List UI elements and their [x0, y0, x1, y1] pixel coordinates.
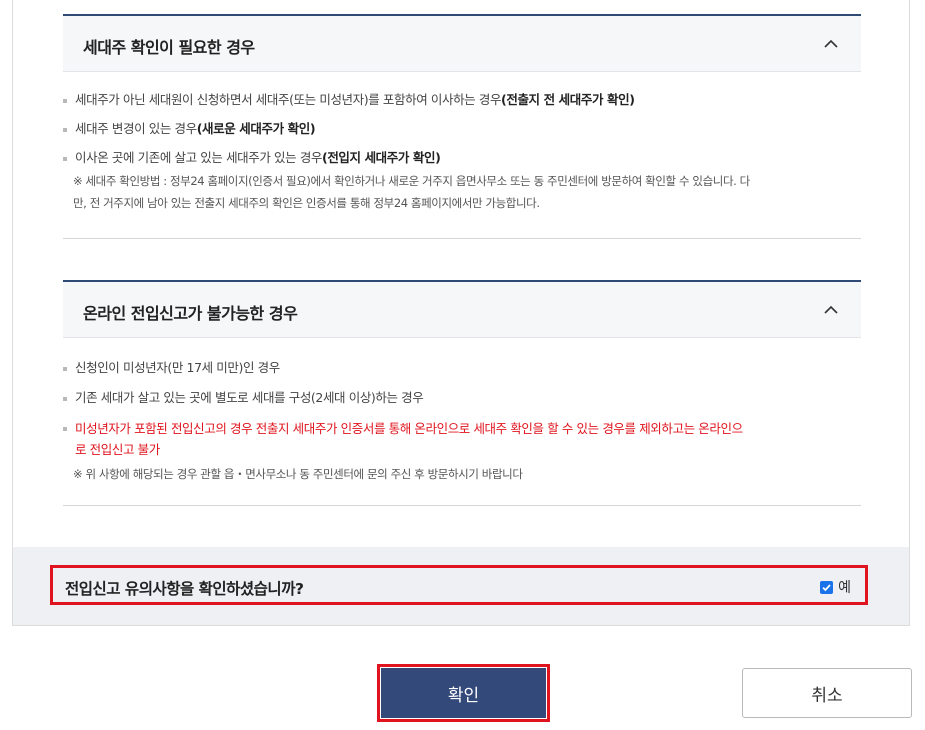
cancel-button[interactable]: 취소 [742, 668, 912, 718]
list-item-text: 이사온 곳에 기존에 살고 있는 세대주가 있는 경우 [75, 150, 323, 165]
accordion-title: 온라인 전입신고가 불가능한 경우 [83, 304, 298, 323]
accordion-header-online-unavailable[interactable]: 온라인 전입신고가 불가능한 경우 [63, 280, 861, 338]
notice-panel: 세대주 확인이 필요한 경우 세대주가 아닌 세대원이 신청하면서 세대주(또는… [12, 0, 910, 626]
accordion-title: 세대주 확인이 필요한 경우 [83, 38, 255, 57]
accordion-online-unavailable: 온라인 전입신고가 불가능한 경우 신청인이 미성년자(만 17세 미만)인 경… [63, 280, 861, 506]
confirmation-row: 전입신고 유의사항을 확인하셨습니까? 예 [50, 565, 868, 605]
chevron-up-icon[interactable] [819, 298, 843, 322]
agree-checkbox[interactable] [820, 580, 834, 594]
condition-list: 신청인이 미성년자(만 17세 미만)인 경우 기존 세대가 살고 있는 곳에 … [63, 358, 861, 460]
list-item: 기존 세대가 살고 있는 곳에 별도로 세대를 구성(2세대 이상)하는 경우 [63, 388, 861, 408]
list-item: 세대주 변경이 있는 경우(새로운 세대주가 확인) [63, 119, 861, 139]
condition-list: 세대주가 아닌 세대원이 신청하면서 세대주(또는 미성년자)를 포함하여 이사… [63, 90, 861, 168]
agree-checkbox-label[interactable]: 예 [838, 577, 851, 597]
list-item: 신청인이 미성년자(만 17세 미만)인 경우 [63, 358, 861, 378]
confirm-button[interactable]: 확인 [377, 664, 550, 722]
check-icon [822, 583, 831, 591]
accordion-household-head-confirmation: 세대주 확인이 필요한 경우 세대주가 아닌 세대원이 신청하면서 세대주(또는… [63, 14, 861, 239]
confirmation-area: 전입신고 유의사항을 확인하셨습니까? 예 [13, 547, 909, 625]
warning-text: 미성년자가 포함된 전입신고의 경우 전출지 세대주가 인증서를 통해 온라인으… [75, 421, 743, 436]
list-item-text: 세대주 변경이 있는 경우 [75, 121, 197, 136]
note-line: ※ 세대주 확인방법 : 정부24 홈페이지(인증서 필요)에서 확인하거나 새… [73, 174, 750, 188]
list-item-emphasis: (전출지 전 세대주가 확인) [501, 92, 635, 107]
list-item: 세대주가 아닌 세대원이 신청하면서 세대주(또는 미성년자)를 포함하여 이사… [63, 90, 861, 110]
list-item-emphasis: (새로운 세대주가 확인) [196, 121, 316, 136]
chevron-up-icon[interactable] [819, 32, 843, 56]
confirm-button-label[interactable]: 확인 [381, 668, 546, 718]
list-item: 이사온 곳에 기존에 살고 있는 세대주가 있는 경우(전입지 세대주가 확인) [63, 148, 861, 168]
agree-checkbox-wrapper[interactable]: 예 [820, 577, 851, 597]
accordion-header-household-head[interactable]: 세대주 확인이 필요한 경우 [63, 14, 861, 72]
accordion-body-household-head: 세대주가 아닌 세대원이 신청하면서 세대주(또는 미성년자)를 포함하여 이사… [63, 72, 861, 239]
list-item-emphasis: (전입지 세대주가 확인) [322, 150, 441, 165]
note-line: ※ 위 사항에 해당되는 경우 관할 읍・면사무소나 동 주민센터에 문의 주신… [73, 467, 523, 481]
accordion-body-online-unavailable: 신청인이 미성년자(만 17세 미만)인 경우 기존 세대가 살고 있는 곳에 … [63, 338, 861, 506]
note-line: 만, 전 거주지에 남아 있는 전출지 세대주의 확인은 인증서를 통해 정부2… [73, 196, 540, 210]
warning-text: 로 전입신고 불가 [75, 442, 160, 457]
list-item-warning: 미성년자가 포함된 전입신고의 경우 전출지 세대주가 인증서를 통해 온라인으… [63, 418, 861, 460]
confirmation-question: 전입신고 유의사항을 확인하셨습니까? [65, 580, 304, 598]
list-item-text: 세대주가 아닌 세대원이 신청하면서 세대주(또는 미성년자)를 포함하여 이사… [75, 92, 502, 107]
